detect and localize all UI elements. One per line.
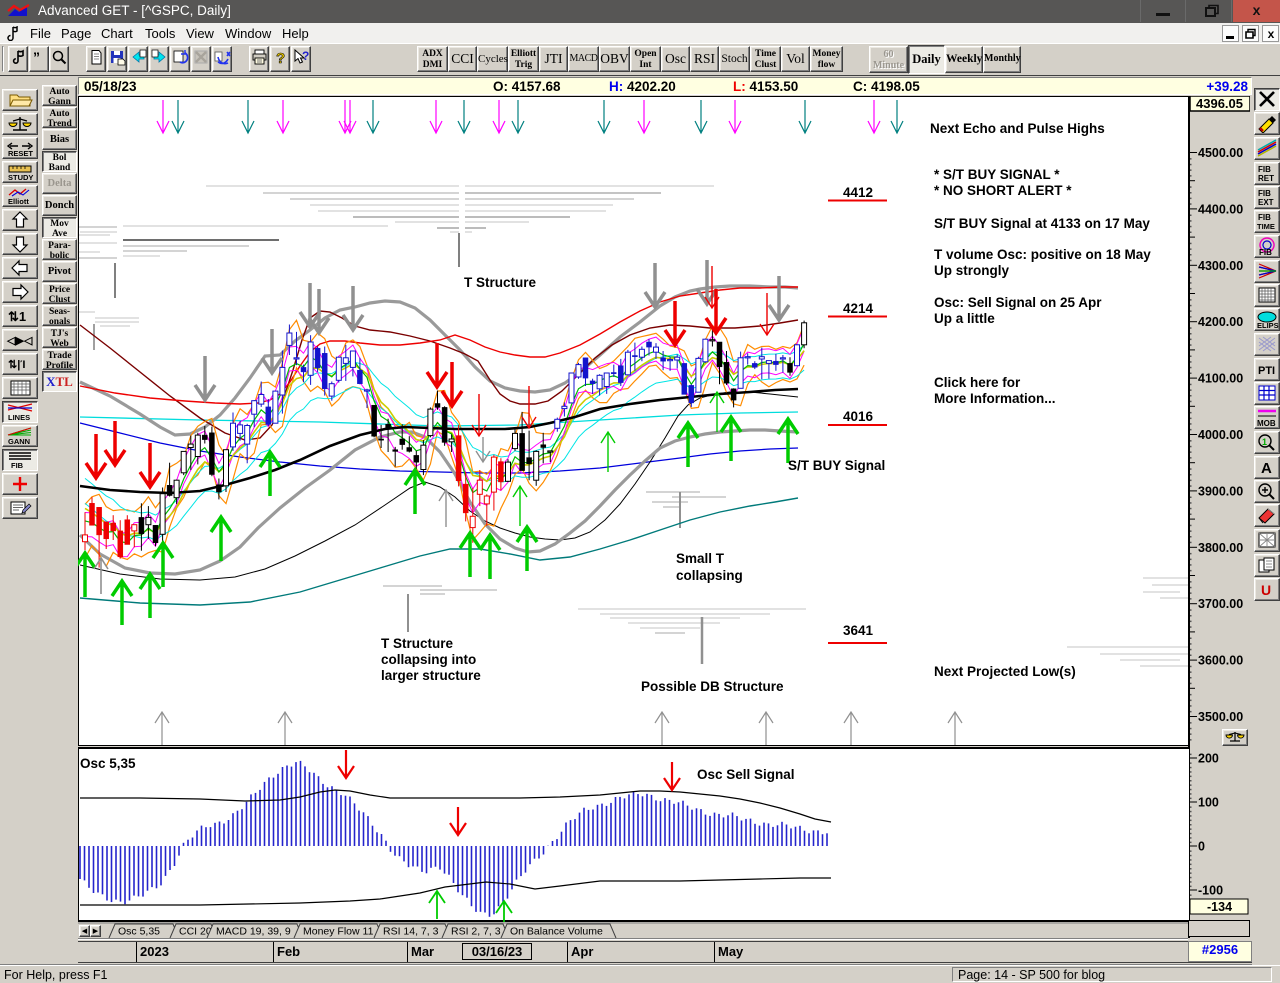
svg-text:◁▶◁: ◁▶◁ [6, 335, 33, 347]
svg-text:* NO SHORT ALERT *: * NO SHORT ALERT * [934, 183, 1072, 198]
svg-text:0: 0 [1198, 840, 1205, 854]
svg-text:4000.00: 4000.00 [1198, 428, 1243, 442]
svg-text:3700.00: 3700.00 [1198, 597, 1243, 611]
svg-text:Money Flow 11: Money Flow 11 [303, 926, 374, 938]
svg-text:4300.00: 4300.00 [1198, 259, 1243, 273]
svg-text:MOB: MOB [1257, 419, 1276, 427]
svg-text:collapsing into: collapsing into [381, 652, 476, 667]
svg-text:U: U [1261, 582, 1271, 598]
svg-text:4396.05: 4396.05 [1196, 96, 1243, 111]
svg-text:?: ? [302, 49, 309, 63]
svg-text:3600.00: 3600.00 [1198, 654, 1243, 668]
svg-text:4400.00: 4400.00 [1198, 202, 1243, 216]
svg-text:Small T: Small T [676, 551, 725, 566]
svg-text:RSI 14, 7, 3: RSI 14, 7, 3 [383, 926, 439, 938]
svg-text:Osc: Sell Signal on 25 Apr: Osc: Sell Signal on 25 Apr [934, 295, 1102, 310]
svg-text:3800.00: 3800.00 [1198, 541, 1243, 555]
svg-text:larger structure: larger structure [381, 668, 481, 683]
svg-text:Next Projected Low(s): Next Projected Low(s) [934, 664, 1076, 679]
svg-text:1: 1 [1262, 437, 1267, 447]
svg-text:4016: 4016 [843, 409, 874, 424]
svg-text:EXT: EXT [1258, 198, 1274, 207]
svg-text:T Structure: T Structure [464, 275, 537, 290]
svg-text:-100: -100 [1198, 884, 1223, 898]
svg-text:Up strongly: Up strongly [934, 263, 1009, 278]
svg-text:TIME: TIME [1257, 222, 1275, 231]
svg-text:3900.00: 3900.00 [1198, 484, 1243, 498]
svg-text:Up a little: Up a little [934, 311, 995, 326]
svg-text:More Information...: More Information... [934, 391, 1056, 406]
svg-text:LINES: LINES [8, 413, 30, 422]
svg-text:CCI 20: CCI 20 [179, 926, 212, 938]
svg-text:Osc 5,35: Osc 5,35 [118, 926, 160, 938]
svg-text:GANN: GANN [8, 437, 30, 446]
svg-text:Osc 5,35: Osc 5,35 [80, 756, 136, 771]
svg-text:Click here for: Click here for [934, 375, 1021, 390]
svg-text:FIB: FIB [1258, 165, 1271, 174]
svg-text:* S/T BUY SIGNAL *: * S/T BUY SIGNAL * [934, 167, 1060, 182]
svg-text:FIB: FIB [1258, 213, 1271, 222]
svg-text:-134: -134 [1207, 900, 1232, 914]
svg-text:⇅|Ί: ⇅|Ί [8, 359, 26, 371]
svg-text:200: 200 [1198, 752, 1219, 766]
svg-text:FIB: FIB [1258, 189, 1271, 198]
svg-text:Osc Sell Signal: Osc Sell Signal [697, 767, 795, 782]
svg-text:T Structure: T Structure [381, 636, 454, 651]
svg-text:MACD 19, 39, 9: MACD 19, 39, 9 [216, 926, 291, 938]
svg-text:S/T BUY Signal at 4133 on 17 M: S/T BUY Signal at 4133 on 17 May [934, 216, 1150, 231]
svg-text:Possible DB Structure: Possible DB Structure [641, 679, 784, 694]
svg-text:⇅1: ⇅1 [8, 309, 26, 324]
svg-text:S/T BUY Signal: S/T BUY Signal [788, 458, 885, 473]
svg-text:Elliott: Elliott [8, 197, 29, 206]
svg-text:3641: 3641 [843, 623, 874, 638]
svg-text:ELIPS: ELIPS [1257, 321, 1279, 329]
svg-text:”: ” [33, 49, 40, 65]
svg-text:FIB: FIB [1259, 248, 1272, 256]
svg-text:RSI 2, 7, 3: RSI 2, 7, 3 [451, 926, 501, 938]
svg-text:RESET: RESET [8, 149, 33, 158]
svg-text:3500.00: 3500.00 [1198, 710, 1243, 724]
svg-text:4214: 4214 [843, 301, 874, 316]
svg-text:RET: RET [1258, 174, 1274, 183]
svg-text:4100.00: 4100.00 [1198, 372, 1243, 386]
svg-text:4500.00: 4500.00 [1198, 146, 1243, 160]
svg-text:?: ? [276, 50, 285, 66]
svg-text:Next Echo and Pulse Highs: Next Echo and Pulse Highs [930, 121, 1105, 136]
svg-text:FIB: FIB [11, 461, 24, 470]
svg-text:4200.00: 4200.00 [1198, 315, 1243, 329]
svg-text:100: 100 [1198, 796, 1219, 810]
svg-text:collapsing: collapsing [676, 568, 743, 583]
svg-text:T volume Osc: positive on 18 M: T volume Osc: positive on 18 May [934, 247, 1151, 262]
svg-text:A: A [1261, 460, 1272, 477]
svg-text:STUDY: STUDY [8, 173, 33, 182]
svg-text:PTI: PTI [1258, 365, 1275, 377]
svg-text:4412: 4412 [843, 185, 873, 200]
svg-text:On Balance Volume: On Balance Volume [510, 926, 603, 938]
